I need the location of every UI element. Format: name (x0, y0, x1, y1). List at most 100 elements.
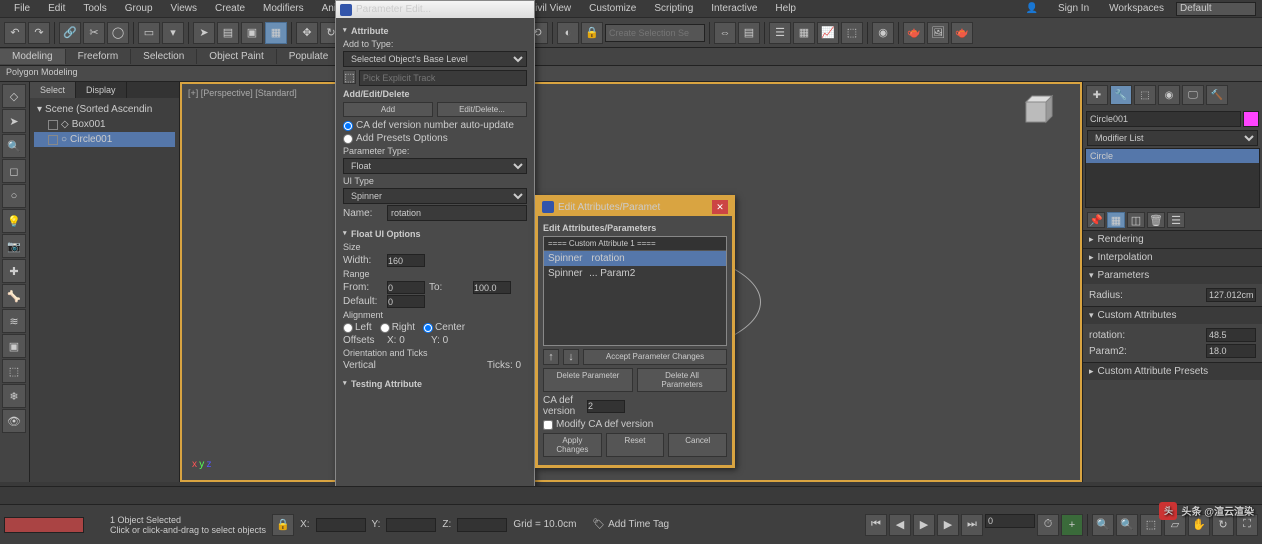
align-button[interactable]: ▤ (738, 22, 760, 44)
pe-align-left-radio[interactable] (343, 323, 353, 333)
pe-sec-testing[interactable]: Testing Attribute (343, 379, 527, 389)
pe-add-to-type-select[interactable]: Selected Object's Base Level (343, 51, 527, 67)
mod-item-circle[interactable]: Circle (1086, 149, 1259, 163)
goto-start-button[interactable]: ⏮ (865, 514, 887, 536)
display-frozen-button[interactable]: ❄ (2, 384, 26, 408)
menu-scripting[interactable]: Scripting (646, 2, 701, 15)
zoom-all-button[interactable]: 🔍 (1116, 514, 1138, 536)
display-xref-button[interactable]: ⬚ (2, 359, 26, 383)
menu-interactive[interactable]: Interactive (703, 2, 765, 15)
ea-accept-button[interactable]: Accept Parameter Changes (583, 349, 727, 365)
ea-moveup-button[interactable]: ↑ (543, 349, 559, 365)
viewport-label[interactable]: [+] [Perspective] [Standard] (188, 88, 297, 98)
maxscript-mini-listener[interactable] (4, 517, 84, 533)
signin-icon[interactable]: 👤 (1018, 2, 1046, 15)
visibility-icon[interactable] (48, 120, 58, 130)
coord-z-input[interactable] (457, 518, 507, 532)
visibility-icon[interactable] (48, 135, 58, 145)
time-config-button[interactable]: ⏱ (1037, 514, 1059, 536)
play-button[interactable]: ▶ (913, 514, 935, 536)
select-region-button[interactable]: ▭ (138, 22, 160, 44)
modifier-list-dropdown[interactable]: Modifier List (1087, 130, 1258, 146)
find-button[interactable]: 🔍 (2, 134, 26, 158)
ea-movedown-button[interactable]: ↓ (563, 349, 579, 365)
scene-tab-select[interactable]: Select (30, 82, 76, 98)
pe-width-spinner[interactable] (387, 254, 425, 267)
render-frame-button[interactable]: 🖼 (927, 22, 949, 44)
select-crossing-button[interactable]: ▦ (265, 22, 287, 44)
move-button[interactable]: ✥ (296, 22, 318, 44)
ea-modify-cadef-check[interactable] (543, 420, 553, 430)
select-object-button[interactable]: ➤ (193, 22, 215, 44)
menu-file[interactable]: File (6, 2, 38, 15)
schematic-button[interactable]: ⬚ (841, 22, 863, 44)
pe-edit-button[interactable]: Edit/Delete... (437, 102, 527, 117)
ea-apply-button[interactable]: Apply Changes (543, 433, 602, 457)
scene-tab-display[interactable]: Display (76, 82, 127, 98)
ca-param2-spinner[interactable] (1206, 344, 1256, 358)
pe-ui-type-select[interactable]: Spinner (343, 188, 527, 204)
param-radius-spinner[interactable] (1206, 288, 1256, 302)
lock-selection-icon[interactable]: 🔒 (272, 514, 294, 536)
menu-help[interactable]: Help (767, 2, 804, 15)
menu-modifiers[interactable]: Modifiers (255, 2, 312, 15)
add-key-button[interactable]: + (1061, 514, 1083, 536)
redo-button[interactable]: ↷ (28, 22, 50, 44)
ribbon-tab-freeform[interactable]: Freeform (66, 49, 132, 64)
menu-create[interactable]: Create (207, 2, 253, 15)
display-group-button[interactable]: ▣ (2, 334, 26, 358)
ribbon-tab-objectpaint[interactable]: Object Paint (197, 49, 276, 64)
menu-customize[interactable]: Customize (581, 2, 644, 15)
cmd-tab-display[interactable]: 🖵 (1182, 85, 1204, 105)
mirror-button[interactable]: ⇔ (714, 22, 736, 44)
ea-list-item-rotation[interactable]: Spinner rotation (544, 251, 726, 266)
cmd-tab-utilities[interactable]: 🔨 (1206, 85, 1228, 105)
rollout-custom-attr[interactable]: ▾ Custom Attributes (1083, 307, 1262, 324)
zoom-button[interactable]: 🔍 (1092, 514, 1114, 536)
menu-group[interactable]: Group (117, 2, 161, 15)
remove-mod-button[interactable]: 🗑 (1147, 212, 1165, 228)
display-light-button[interactable]: 💡 (2, 209, 26, 233)
prev-frame-button[interactable]: ◀ (889, 514, 911, 536)
ea-list-item-param2[interactable]: Spinner ... Param2 (544, 266, 726, 281)
ca-rotation-spinner[interactable] (1206, 328, 1256, 342)
ea-delete-all-button[interactable]: Delete All Parameters (637, 368, 727, 392)
pe-align-right-radio[interactable] (380, 323, 390, 333)
signin-link[interactable]: Sign In (1050, 2, 1097, 15)
material-editor-button[interactable]: ◉ (872, 22, 894, 44)
unlink-button[interactable]: ✂ (83, 22, 105, 44)
tree-item-circle[interactable]: ○Circle001 (34, 132, 175, 147)
close-button[interactable]: ✕ (712, 200, 728, 214)
pe-sec-attribute[interactable]: Attribute (343, 26, 527, 36)
edit-attributes-window[interactable]: Edit Attributes/Paramet ✕ Edit Attribute… (535, 195, 735, 468)
link-button[interactable]: 🔗 (59, 22, 81, 44)
object-color-swatch[interactable] (1243, 111, 1259, 127)
select-rect-button[interactable]: ▣ (241, 22, 263, 44)
named-sel-lock-button[interactable]: 🔒 (581, 22, 603, 44)
pe-param-type-select[interactable]: Float (343, 158, 527, 174)
undo-button[interactable]: ↶ (4, 22, 26, 44)
menu-views[interactable]: Views (163, 2, 206, 15)
pe-add-presets-radio[interactable] (343, 134, 353, 144)
next-frame-button[interactable]: ▶ (937, 514, 959, 536)
ribbon-tab-populate[interactable]: Populate (277, 49, 341, 64)
rollout-ca-presets[interactable]: ▸ Custom Attribute Presets (1083, 363, 1262, 380)
goto-end-button[interactable]: ⏭ (961, 514, 983, 536)
time-tag-label[interactable]: Add Time Tag (608, 519, 669, 530)
workspace-select[interactable] (1176, 2, 1256, 16)
select-name-button[interactable]: ▤ (217, 22, 239, 44)
render-setup-button[interactable]: 🫖 (903, 22, 925, 44)
pin-stack-button[interactable]: 📌 (1087, 212, 1105, 228)
select-tool-button[interactable]: ➤ (2, 109, 26, 133)
pe-from-spinner[interactable] (387, 281, 425, 294)
scene-explorer-button[interactable]: ▦ (793, 22, 815, 44)
pe-add-button[interactable]: Add (343, 102, 433, 117)
display-bone-button[interactable]: 🦴 (2, 284, 26, 308)
tree-item-box[interactable]: ◇Box001 (34, 117, 175, 132)
rollout-interpolation[interactable]: ▸ Interpolation (1083, 249, 1262, 266)
ribbon-tab-modeling[interactable]: Modeling (0, 49, 66, 64)
menu-edit[interactable]: Edit (40, 2, 73, 15)
parameter-editor-titlebar[interactable]: Parameter Edit... (336, 1, 534, 18)
pe-name-input[interactable] (387, 205, 527, 221)
pe-pick-button[interactable]: ⬚ (343, 70, 356, 84)
